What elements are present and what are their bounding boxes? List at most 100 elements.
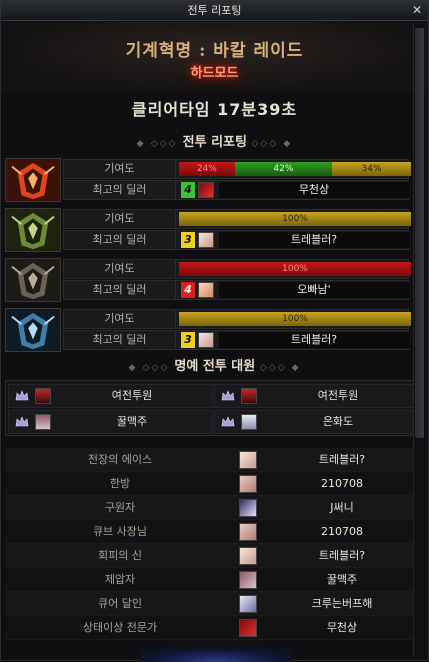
raider-entry: 기여도 100% 최고의 딜러 4 오빠남' — [5, 258, 411, 302]
rank-badge: 4 — [181, 182, 195, 198]
crown-icon — [221, 390, 235, 401]
contribution-segment: 24% — [179, 162, 235, 176]
scrollbar-thumb[interactable] — [415, 28, 424, 438]
difficulty-label: 하드모드 — [190, 66, 239, 81]
ornament-icon: ◆ ◇◇◇ — [128, 363, 175, 373]
top-dealer-label: 최고의 딜러 — [64, 181, 176, 199]
crown-icon — [15, 390, 29, 401]
flame-portrait-icon — [6, 159, 60, 201]
award-row[interactable]: 큐어 달인 크루는버프해 — [5, 592, 419, 616]
award-avatar — [239, 547, 257, 565]
contribution-row: 기여도 24% 42% 34% — [63, 159, 411, 179]
award-row[interactable]: 회피의 신 트레블러? — [5, 544, 419, 568]
peach-dealer-icon — [198, 282, 214, 298]
top-dealer[interactable]: 3 트레블러? — [179, 332, 411, 348]
scrollbar[interactable] — [413, 24, 425, 656]
top-dealer-row: 최고의 딜러 4 오빠남' — [63, 280, 409, 300]
top-dealer-row: 최고의 딜러 3 트레블러? — [63, 230, 409, 250]
window-titlebar[interactable]: 전투 리포팅 ✕ — [1, 1, 428, 21]
contribution-bar: 100% — [179, 262, 411, 276]
raid-title: 기계혁명 : 바칼 레이드 — [125, 41, 304, 61]
contribution-label: 기여도 — [64, 310, 176, 328]
award-row[interactable]: 제압자 꿀맥주 — [5, 568, 419, 592]
top-dealer-label: 최고의 딜러 — [64, 231, 176, 249]
award-row[interactable]: 전장의 에이스 트레블러? — [5, 448, 419, 472]
contribution-bar: 100% — [179, 212, 411, 226]
rank-badge: 3 — [181, 332, 195, 348]
contribution-row: 기여도 100% — [63, 259, 411, 279]
member-avatar — [241, 388, 257, 404]
contribution-bar: 24% 42% 34% — [179, 162, 411, 176]
nature-portrait-icon — [6, 209, 60, 251]
award-title: 구원자 — [104, 501, 136, 514]
clear-time: 클리어타임 17분39초 — [131, 100, 298, 119]
raider-entry: 기여도 24% 42% 34% 최고의 딜러 4 무천상 — [5, 158, 411, 202]
contribution-label: 기여도 — [64, 260, 176, 278]
dealer-name: 트레블러? — [219, 232, 409, 248]
award-avatar — [239, 451, 257, 469]
award-avatar — [239, 523, 257, 541]
award-avatar — [239, 619, 257, 637]
honor-member[interactable]: 꿀맥주 — [8, 410, 213, 434]
red-dealer-icon — [198, 182, 214, 198]
member-name: 여전투원 — [111, 389, 153, 402]
top-dealer-label: 최고의 딜러 — [64, 281, 176, 299]
award-recipient: 꿀맥주 — [326, 573, 358, 586]
top-dealer[interactable]: 4 오빠남' — [179, 282, 411, 298]
stone-portrait-icon — [6, 259, 60, 301]
rank-badge: 4 — [181, 282, 195, 298]
award-title: 큐브 사장님 — [92, 525, 148, 538]
nature-portrait-icon[interactable] — [5, 208, 61, 252]
award-recipient: 210708 — [321, 525, 363, 538]
contribution-label: 기여도 — [64, 210, 176, 228]
flame-portrait-icon[interactable] — [5, 158, 61, 202]
contribution-row: 기여도 100% — [63, 309, 411, 329]
award-row[interactable]: 한방 210708 — [5, 472, 419, 496]
honor-section-title: 명예 전투 대원 — [174, 359, 256, 374]
contribution-label: 기여도 — [64, 160, 176, 178]
award-row[interactable]: 큐브 사장님 210708 — [5, 520, 419, 544]
window-title: 전투 리포팅 — [187, 4, 242, 17]
battle-report-window: 전투 리포팅 ✕ 기계혁명 : 바칼 레이드 하드모드 클리어타임 17분39초… — [0, 0, 429, 662]
award-avatar — [239, 475, 257, 493]
awards-list: 전장의 에이스 트레블러? 한방 210708 구원자 J써니 큐브 사장님 2… — [5, 448, 419, 640]
raider-entry: 기여도 100% 최고의 딜러 3 트레블러? — [5, 308, 411, 352]
award-recipient: J써니 — [330, 501, 354, 514]
award-title: 한방 — [109, 477, 131, 490]
raid-header: 기계혁명 : 바칼 레이드 하드모드 — [1, 22, 428, 92]
award-recipient: 크루는버프해 — [311, 597, 373, 610]
member-avatar — [35, 414, 51, 430]
honor-section-header: ◆ ◇◇◇ 명예 전투 대원 ◇◇◇ ◆ — [1, 355, 428, 375]
contribution-segment: 100% — [179, 262, 411, 276]
award-avatar — [239, 499, 257, 517]
award-title: 회피의 신 — [98, 549, 142, 562]
honor-member[interactable]: 여전투원 — [8, 384, 213, 408]
crown-icon — [221, 416, 235, 427]
raider-entry: 기여도 100% 최고의 딜러 3 트레블러? — [5, 208, 411, 252]
ornament-icon: ◇◇◇ ◆ — [251, 139, 293, 149]
pale-dealer-icon — [198, 232, 214, 248]
stone-portrait-icon[interactable] — [5, 258, 61, 302]
contribution-bar: 100% — [179, 312, 411, 326]
top-dealer[interactable]: 4 무천상 — [179, 182, 411, 198]
dealer-name: 무천상 — [219, 182, 409, 198]
ice-portrait-icon[interactable] — [5, 308, 61, 352]
award-avatar — [239, 595, 257, 613]
member-name: 꿀맥주 — [116, 415, 148, 428]
award-row[interactable]: 구원자 J써니 — [5, 496, 419, 520]
top-dealer-label: 최고의 딜러 — [64, 331, 176, 349]
award-title: 제압자 — [104, 573, 136, 586]
top-dealer[interactable]: 3 트레블러? — [179, 232, 411, 248]
award-title: 상태이상 전문가 — [82, 621, 158, 634]
contribution-segment: 34% — [332, 162, 411, 176]
bottom-ornament — [141, 647, 291, 662]
award-row[interactable]: 상태이상 전문가 무천상 — [5, 616, 419, 640]
report-section-header: ◆ ◇◇◇ 전투 리포팅 ◇◇◇ ◆ — [1, 131, 428, 151]
ornament-icon: ◆ ◇◇◇ — [136, 139, 183, 149]
rank-badge: 3 — [181, 232, 195, 248]
honor-member[interactable]: 여전투원 — [214, 384, 419, 408]
close-icon[interactable]: ✕ — [410, 3, 424, 17]
member-name: 은화도 — [322, 415, 354, 428]
award-recipient: 무천상 — [326, 621, 358, 634]
honor-member[interactable]: 은화도 — [214, 410, 419, 434]
